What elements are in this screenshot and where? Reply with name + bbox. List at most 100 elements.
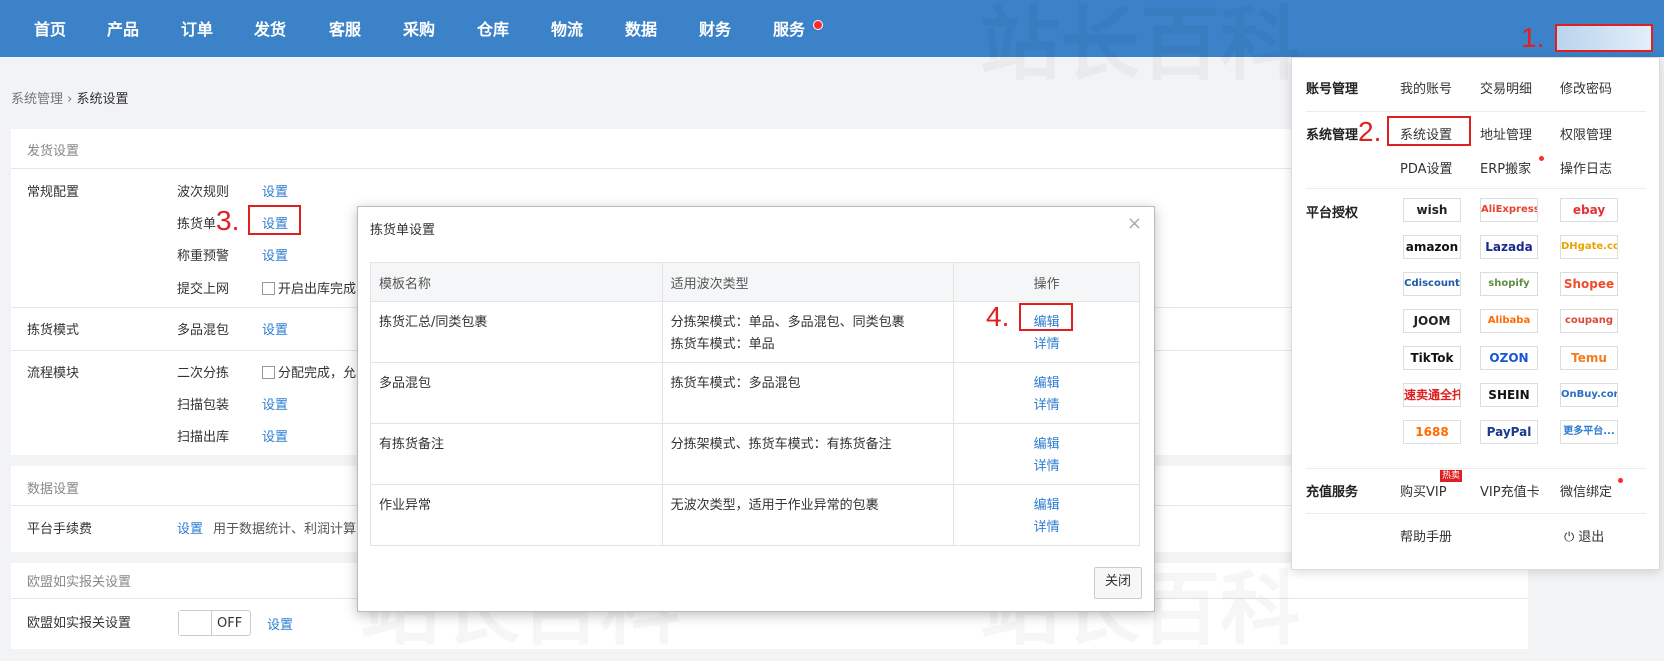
annotation-4: 4. [986, 301, 1010, 332]
wave-rule-setting-link[interactable]: 设置 [262, 181, 288, 200]
platform-fee-description: 用于数据统计、利润计算 [213, 522, 357, 537]
second-sort-label: 二次分拣 [177, 366, 230, 381]
pick-mode-setting-link[interactable]: 设置 [262, 319, 288, 338]
pick-list-setting-link[interactable]: 设置 [262, 213, 288, 232]
weight-warning-setting-link[interactable]: 设置 [262, 245, 288, 264]
checkbox-label: 分配完成，允 [278, 366, 357, 381]
detail-link[interactable]: 详情 [962, 456, 1131, 478]
breadcrumb-current: 系统设置 [76, 92, 129, 107]
checkbox[interactable] [262, 366, 275, 379]
nav-item-orders[interactable]: 订单 [181, 16, 213, 40]
user-dropdown-menu: 账号管理 我的账号 交易明细 修改密码 系统管理 2. 系统设置 地址管理 权限… [1291, 57, 1660, 570]
second-sort-option[interactable]: 分配完成，允 [262, 362, 356, 381]
actions-cell: 编辑 详情 [953, 362, 1140, 424]
template-name-cell: 有拣货备注 [370, 423, 663, 485]
platform-logo-ebay[interactable]: ebay [1560, 198, 1618, 222]
platform-logo-paypal[interactable]: PayPal [1480, 420, 1538, 444]
nav-item-service[interactable]: 客服 [329, 16, 361, 40]
weight-warning-label: 称重预警 [177, 249, 230, 264]
hot-badge: 热卖 [1440, 470, 1463, 482]
detail-link[interactable]: 详情 [962, 517, 1131, 539]
platform-logo-dhgate-com[interactable]: DHgate.com [1560, 235, 1618, 259]
user-avatar-button[interactable] [1555, 24, 1653, 52]
breadcrumb: 系统管理 › 系统设置 [11, 88, 129, 107]
menu-item-change-password[interactable]: 修改密码 [1560, 78, 1612, 97]
close-button[interactable]: 关闭 [1093, 567, 1142, 599]
recharge-heading: 充值服务 [1306, 485, 1359, 500]
platform-logo-aliexpress[interactable]: AliExpress [1480, 198, 1538, 222]
menu-item-system-settings[interactable]: 系统设置 [1400, 124, 1452, 143]
table-header-row: 模板名称 适用波次类型 操作 [370, 262, 1140, 302]
platform-logo-joom[interactable]: JOOM [1403, 309, 1461, 333]
platform-logo-alibaba[interactable]: Alibaba [1480, 309, 1538, 333]
platform-logo-amazon[interactable]: amazon [1403, 235, 1461, 259]
platform-logo-[interactable]: 更多平台... [1560, 420, 1618, 444]
breadcrumb-parent[interactable]: 系统管理 [11, 92, 63, 107]
detail-link[interactable]: 详情 [962, 334, 1131, 356]
menu-item-wechat-bind[interactable]: 微信绑定 [1560, 481, 1612, 500]
platform-logo-shopify[interactable]: shopify [1480, 272, 1538, 296]
nav-item-logistics[interactable]: 物流 [551, 16, 583, 40]
wave-type-line: 拣货车模式：单品 [670, 337, 775, 352]
modal-title: 拣货单设置 [370, 223, 436, 238]
power-icon: ⏻ [1564, 530, 1575, 545]
close-icon[interactable]: × [1127, 213, 1142, 234]
toggle-knob [179, 611, 212, 635]
menu-item-vip-card[interactable]: VIP充值卡 [1480, 481, 1540, 500]
template-name-cell: 作业异常 [370, 484, 663, 546]
wave-rule-label: 波次规则 [177, 185, 230, 200]
actions-cell: 编辑 详情 [953, 484, 1140, 546]
detail-link[interactable]: 详情 [962, 395, 1131, 417]
menu-item-erp-migration[interactable]: ERP搬家 [1480, 158, 1531, 177]
shipping-settings-title: 发货设置 [27, 144, 80, 159]
platform-fee-setting-link[interactable]: 设置 [177, 518, 203, 537]
menu-item-transactions[interactable]: 交易明细 [1480, 78, 1532, 97]
nav-item-warehouse[interactable]: 仓库 [477, 16, 509, 40]
nav-item-home[interactable]: 首页 [34, 16, 66, 40]
platform-logo-1688[interactable]: 1688 [1403, 420, 1461, 444]
checkbox[interactable] [262, 282, 275, 295]
table-row: 多品混包 拣货车模式：多品混包 编辑 详情 [370, 362, 1140, 424]
nav-item-services[interactable]: 服务 [773, 16, 805, 40]
menu-item-my-account[interactable]: 我的账号 [1400, 78, 1452, 97]
logout-button[interactable]: ⏻ 退出 [1564, 526, 1604, 545]
platform-logo-shein[interactable]: SHEIN [1480, 383, 1538, 407]
nav-item-data[interactable]: 数据 [625, 16, 657, 40]
nav-item-shipping[interactable]: 发货 [254, 16, 286, 40]
platform-logo-[interactable]: 速卖通全托管 [1403, 383, 1461, 407]
pick-mode-name: 多品混包 [177, 323, 230, 338]
breadcrumb-separator: › [67, 92, 73, 107]
menu-item-address-management[interactable]: 地址管理 [1480, 124, 1532, 143]
wave-type-line: 无波次类型，适用于作业异常的包裹 [670, 498, 879, 513]
actions-cell: 编辑 详情 [953, 423, 1140, 485]
edit-link[interactable]: 编辑 [962, 434, 1131, 456]
menu-item-pda-settings[interactable]: PDA设置 [1400, 158, 1453, 177]
notification-dot [1618, 478, 1623, 483]
platform-logo-shopee[interactable]: Shopee [1560, 272, 1618, 296]
platform-logo-cdiscount[interactable]: Cdiscount [1403, 272, 1461, 296]
platform-logo-tiktok[interactable]: TikTok [1403, 346, 1461, 370]
nav-item-products[interactable]: 产品 [107, 16, 139, 40]
platform-logo-temu[interactable]: Temu [1560, 346, 1618, 370]
eu-customs-toggle[interactable]: OFF [178, 610, 251, 636]
edit-link[interactable]: 编辑 [962, 495, 1131, 517]
scan-outbound-setting-link[interactable]: 设置 [262, 426, 288, 445]
platform-logo-onbuy-com[interactable]: OnBuy.com [1560, 383, 1618, 407]
platform-logo-wish[interactable]: wish [1403, 198, 1461, 222]
menu-item-operation-log[interactable]: 操作日志 [1560, 158, 1612, 177]
scan-pack-setting-link[interactable]: 设置 [262, 394, 288, 413]
platform-logo-lazada[interactable]: Lazada [1480, 235, 1538, 259]
platform-logo-coupang[interactable]: coupang [1560, 309, 1618, 333]
menu-item-buy-vip[interactable]: 购买VIP [1400, 481, 1447, 500]
divider [1306, 111, 1646, 112]
edit-link[interactable]: 编辑 [962, 373, 1131, 395]
annotation-1: 1. [1521, 22, 1545, 53]
platform-logo-ozon[interactable]: OZON [1480, 346, 1538, 370]
menu-item-permission-management[interactable]: 权限管理 [1560, 124, 1612, 143]
eu-customs-setting-link[interactable]: 设置 [267, 614, 293, 633]
menu-item-help-manual[interactable]: 帮助手册 [1400, 526, 1452, 545]
submit-online-option[interactable]: 开启出库完成 [262, 278, 356, 297]
annotation-3: 3. [216, 205, 240, 236]
nav-item-purchase[interactable]: 采购 [403, 16, 435, 40]
nav-item-finance[interactable]: 财务 [699, 16, 731, 40]
